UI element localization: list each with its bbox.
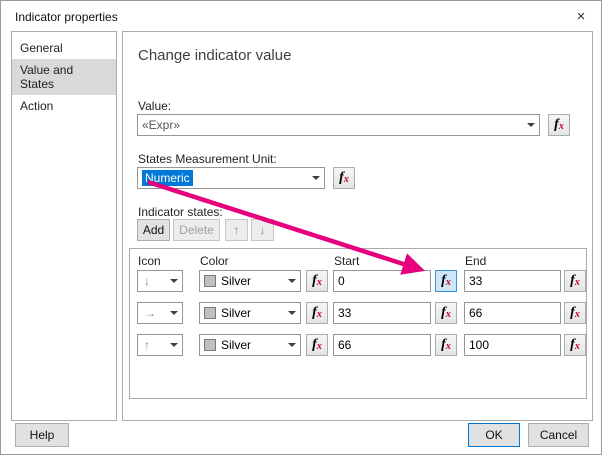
move-up-button[interactable]: ↑ xyxy=(225,219,248,241)
help-button[interactable]: Help xyxy=(15,423,69,447)
end-expression-button-row1[interactable]: fx xyxy=(564,270,586,292)
chevron-down-icon[interactable] xyxy=(522,115,539,135)
unit-combobox[interactable]: Numeric xyxy=(137,167,325,189)
color-swatch xyxy=(204,275,216,287)
down-arrow-icon: ↓ xyxy=(259,223,266,237)
chevron-down-icon xyxy=(165,303,182,323)
end-expression-button-row2[interactable]: fx xyxy=(564,302,586,324)
ok-button[interactable]: OK xyxy=(468,423,520,447)
color-swatch xyxy=(204,307,216,319)
up-arrow-icon: ↑ xyxy=(233,223,240,237)
chevron-down-icon xyxy=(165,271,182,291)
dialog-title: Indicator properties xyxy=(15,10,118,24)
indicator-properties-dialog: Indicator properties × General Value and… xyxy=(0,0,602,455)
sidebar: General Value and States Action xyxy=(11,31,117,421)
start-expression-button-row2[interactable]: fx xyxy=(435,302,457,324)
end-expression-button-row3[interactable]: fx xyxy=(564,334,586,356)
sidebar-item-action[interactable]: Action xyxy=(12,95,116,117)
page-title: Change indicator value xyxy=(138,47,292,64)
color-name: Silver xyxy=(221,274,252,288)
icon-dropdown-row2[interactable]: → xyxy=(137,302,183,324)
color-name: Silver xyxy=(221,338,252,352)
chevron-down-icon xyxy=(165,335,182,355)
color-dropdown-row1[interactable]: Silver xyxy=(199,270,301,292)
column-header-start: Start xyxy=(334,254,360,268)
value-combobox[interactable]: «Expr» xyxy=(137,114,540,136)
chevron-down-icon xyxy=(283,271,300,291)
color-expression-button-row1[interactable]: fx xyxy=(306,270,328,292)
down-arrow-icon: ↓ xyxy=(144,274,150,288)
chevron-down-icon xyxy=(283,303,300,323)
icon-dropdown-row3[interactable]: ↑ xyxy=(137,334,183,356)
end-input-row3[interactable] xyxy=(464,334,561,356)
sidebar-item-general[interactable]: General xyxy=(12,37,116,59)
unit-expression-button[interactable]: fx xyxy=(333,167,355,189)
color-dropdown-row2[interactable]: Silver xyxy=(199,302,301,324)
sidebar-item-value-and-states[interactable]: Value and States xyxy=(12,59,116,95)
close-icon[interactable]: × xyxy=(570,6,592,28)
end-input-row2[interactable] xyxy=(464,302,561,324)
icon-dropdown-row1[interactable]: ↓ xyxy=(137,270,183,292)
chevron-down-icon xyxy=(283,335,300,355)
chevron-down-icon[interactable] xyxy=(307,168,324,188)
cancel-button[interactable]: Cancel xyxy=(528,423,589,447)
start-expression-button-row3[interactable]: fx xyxy=(435,334,457,356)
right-arrow-icon: → xyxy=(144,306,156,320)
column-header-color: Color xyxy=(200,254,229,268)
value-combobox-text: «Expr» xyxy=(142,118,181,132)
value-expression-button[interactable]: fx xyxy=(548,114,570,136)
start-expression-button-row1[interactable]: fx xyxy=(435,270,457,292)
unit-label: States Measurement Unit: xyxy=(138,152,277,166)
column-header-end: End xyxy=(465,254,487,268)
color-swatch xyxy=(204,339,216,351)
start-input-row2[interactable] xyxy=(333,302,431,324)
start-input-row3[interactable] xyxy=(333,334,431,356)
color-expression-button-row3[interactable]: fx xyxy=(306,334,328,356)
add-button[interactable]: Add xyxy=(137,219,170,241)
unit-combobox-selected-text: Numeric xyxy=(142,170,193,186)
color-name: Silver xyxy=(221,306,252,320)
up-arrow-icon: ↑ xyxy=(144,338,150,352)
delete-button[interactable]: Delete xyxy=(173,219,220,241)
column-header-icon: Icon xyxy=(138,254,161,268)
start-input-row1[interactable] xyxy=(333,270,431,292)
move-down-button[interactable]: ↓ xyxy=(251,219,274,241)
end-input-row1[interactable] xyxy=(464,270,561,292)
indicator-states-label: Indicator states: xyxy=(138,205,223,219)
value-label: Value: xyxy=(138,99,172,113)
color-expression-button-row2[interactable]: fx xyxy=(306,302,328,324)
color-dropdown-row3[interactable]: Silver xyxy=(199,334,301,356)
